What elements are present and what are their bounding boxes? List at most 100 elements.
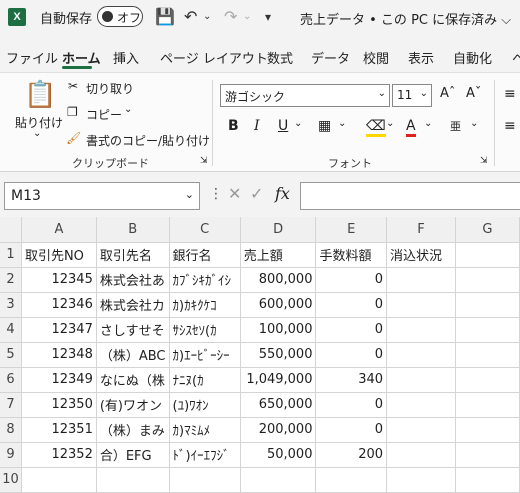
table-cell[interactable]: ｶﾌﾞｼｷｶﾞｲｼ (169, 267, 241, 293)
table-cell[interactable]: ﾅﾆﾇ(ｶ (169, 367, 241, 393)
table-cell[interactable] (455, 467, 520, 493)
select-all-corner[interactable] (0, 217, 22, 243)
underline-icon[interactable]: U (278, 118, 288, 134)
table-cell[interactable] (96, 467, 170, 493)
table-cell[interactable]: （株）ABC (96, 342, 170, 368)
table-cell[interactable] (455, 442, 520, 468)
table-cell[interactable] (21, 467, 97, 493)
phonetic-icon[interactable]: 亜 (450, 118, 461, 134)
redo-icon[interactable]: ↷ (224, 6, 237, 28)
table-cell[interactable]: なにぬ（株 (96, 367, 170, 393)
table-cell[interactable]: ﾄﾞ)ｲｰｴﾌｼﾞ (169, 442, 241, 468)
table-cell[interactable] (386, 467, 456, 493)
table-cell[interactable]: 0 (315, 267, 388, 293)
table-cell[interactable] (386, 267, 456, 293)
clipboard-launcher-icon[interactable]: ⇲ (200, 156, 208, 166)
table-cell[interactable]: 200,000 (240, 417, 317, 443)
table-cell[interactable]: 12346 (21, 292, 97, 318)
table-cell[interactable]: 0 (315, 392, 388, 418)
save-icon[interactable]: 💾 (155, 6, 175, 28)
table-cell[interactable]: 12349 (21, 367, 97, 393)
table-cell[interactable] (386, 317, 456, 343)
table-cell[interactable]: 12350 (21, 392, 97, 418)
tab-view[interactable]: 表示 (408, 48, 434, 67)
font-launcher-icon[interactable]: ⇲ (480, 156, 488, 166)
table-cell[interactable] (455, 392, 520, 418)
customize-toolbar-icon[interactable]: ▾ (265, 6, 271, 28)
tab-insert[interactable]: 挿入 (113, 48, 139, 67)
table-cell[interactable]: 株式会社あ (96, 267, 170, 293)
cut-button[interactable]: 切り取り (86, 80, 134, 97)
phonetic-dropdown-icon[interactable]: ⌄ (470, 118, 478, 129)
row-header[interactable]: 4 (0, 317, 22, 343)
tab-file[interactable]: ファイル (6, 48, 58, 67)
format-painter-button[interactable]: 書式のコピー/貼り付け (86, 132, 210, 149)
column-header[interactable]: A (21, 217, 97, 243)
table-cell[interactable] (386, 367, 456, 393)
insert-function-icon[interactable]: fx (275, 184, 290, 203)
copy-button[interactable]: コピー (86, 106, 122, 123)
table-cell[interactable] (455, 267, 520, 293)
table-cell[interactable]: 売上額 (240, 242, 317, 268)
underline-dropdown-icon[interactable]: ⌄ (294, 118, 302, 129)
table-cell[interactable]: 0 (315, 317, 388, 343)
tab-help[interactable]: ヘ (512, 48, 520, 67)
undo-icon[interactable]: ↶ (184, 6, 197, 28)
row-header[interactable]: 2 (0, 267, 22, 293)
row-header[interactable]: 9 (0, 442, 22, 468)
table-cell[interactable]: 取引先NO (21, 242, 97, 268)
table-cell[interactable]: ｶ)ｴｰﾋﾞｰｼｰ (169, 342, 241, 368)
table-cell[interactable]: 消込状況 (386, 242, 456, 268)
align-left-icon[interactable]: ≡ (504, 118, 516, 134)
column-header[interactable]: E (315, 217, 388, 243)
table-cell[interactable]: ｻｼｽｾｿ(ｶ (169, 317, 241, 343)
more-options-icon[interactable]: ⋮ (209, 186, 223, 202)
table-cell[interactable] (315, 467, 388, 493)
table-cell[interactable]: 800,000 (240, 267, 317, 293)
column-header[interactable]: D (240, 217, 317, 243)
borders-dropdown-icon[interactable]: ⌄ (338, 118, 346, 129)
table-cell[interactable]: 手数料額 (315, 242, 388, 268)
formula-input[interactable] (300, 182, 520, 210)
table-cell[interactable]: 600,000 (240, 292, 317, 318)
table-cell[interactable] (386, 392, 456, 418)
tab-formulas[interactable]: 数式 (267, 48, 293, 67)
column-header[interactable]: B (96, 217, 170, 243)
table-cell[interactable] (386, 442, 456, 468)
bold-icon[interactable]: B (228, 118, 239, 134)
row-header[interactable]: 5 (0, 342, 22, 368)
italic-icon[interactable]: I (254, 118, 260, 134)
align-top-icon[interactable]: ≡ (504, 86, 516, 102)
table-cell[interactable] (455, 417, 520, 443)
table-cell[interactable] (386, 417, 456, 443)
column-header[interactable]: F (386, 217, 456, 243)
enter-icon[interactable]: ✓ (250, 184, 263, 203)
copy-dropdown-icon[interactable]: ⌄ (124, 104, 132, 115)
table-cell[interactable]: (有)ワオン (96, 392, 170, 418)
tab-automate[interactable]: 自動化 (453, 48, 492, 67)
copy-icon[interactable]: ❐ (67, 105, 78, 119)
cut-icon[interactable]: ✂ (68, 79, 78, 93)
table-cell[interactable]: 650,000 (240, 392, 317, 418)
table-cell[interactable] (455, 242, 520, 268)
grow-font-icon[interactable]: Aˆ (440, 86, 455, 101)
table-cell[interactable]: 550,000 (240, 342, 317, 368)
row-header[interactable]: 7 (0, 392, 22, 418)
column-header[interactable]: C (169, 217, 241, 243)
row-header[interactable]: 1 (0, 242, 22, 268)
tab-page-layout[interactable]: ページ レイアウト (160, 48, 268, 67)
table-cell[interactable]: 50,000 (240, 442, 317, 468)
table-cell[interactable]: 12347 (21, 317, 97, 343)
row-header[interactable]: 6 (0, 367, 22, 393)
table-cell[interactable]: 0 (315, 417, 388, 443)
table-cell[interactable]: 100,000 (240, 317, 317, 343)
fill-color-icon[interactable]: ⌫ (366, 118, 386, 137)
table-cell[interactable]: 0 (315, 292, 388, 318)
table-cell[interactable]: 銀行名 (169, 242, 241, 268)
table-cell[interactable]: 株式会社カ (96, 292, 170, 318)
font-color-dropdown-icon[interactable]: ⌄ (424, 118, 432, 129)
tab-home[interactable]: ホーム (62, 48, 101, 67)
paste-icon[interactable]: 📋 (24, 80, 56, 110)
shrink-font-icon[interactable]: Aˇ (466, 86, 481, 101)
table-cell[interactable] (455, 367, 520, 393)
